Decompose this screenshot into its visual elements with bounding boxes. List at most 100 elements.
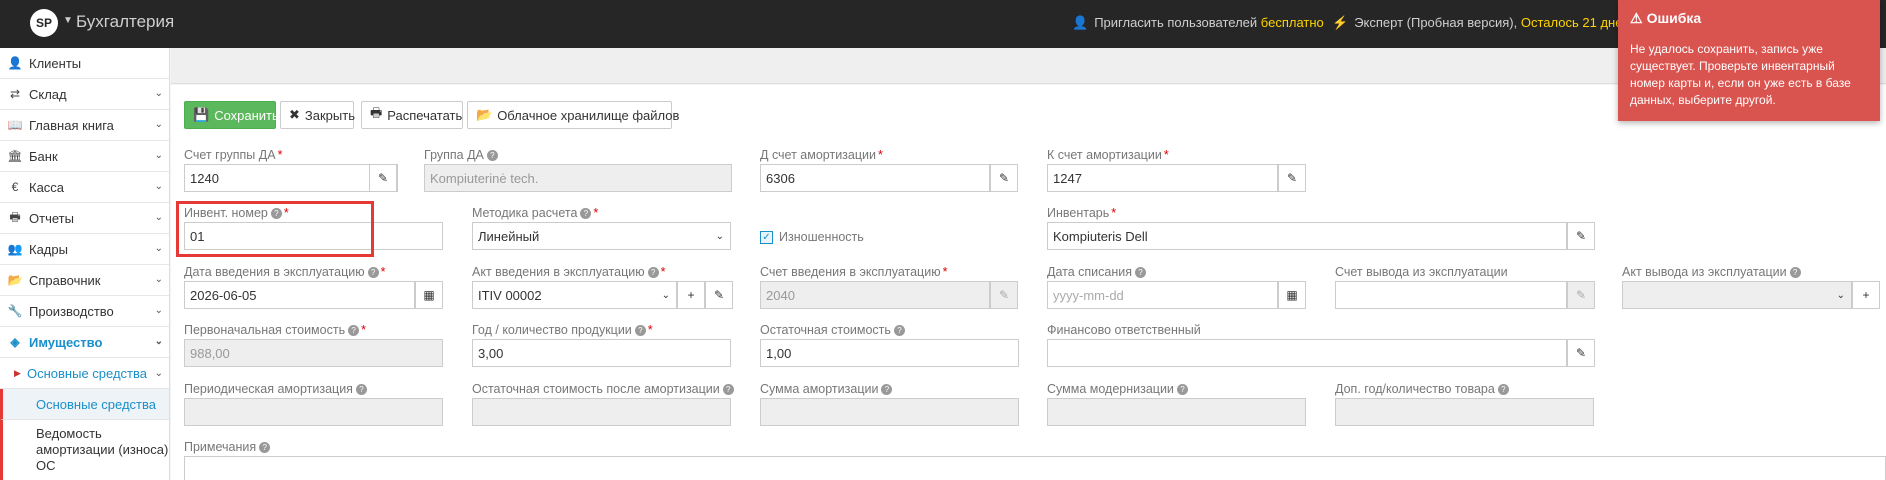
add-removal-act-button[interactable]: +: [1852, 281, 1880, 309]
edit-inventory-button[interactable]: ✎: [1567, 222, 1595, 250]
edit-group-account-button[interactable]: ✎: [369, 164, 397, 192]
extra-label: Доп. год/количество товара?: [1335, 382, 1509, 396]
sidebar-item-clients[interactable]: 👤 Клиенты: [0, 48, 169, 79]
inventory-input[interactable]: Kompiuteris Dell: [1047, 222, 1567, 250]
residual-after-input: [472, 398, 731, 426]
writeoff-calendar-button[interactable]: ▦: [1278, 281, 1306, 309]
help-icon: ?: [259, 442, 271, 453]
wear-checkbox[interactable]: ✓: [760, 231, 773, 244]
help-icon: ?: [580, 208, 592, 219]
chevron-down-icon: ⌄: [154, 150, 163, 161]
sidebar-item-directory[interactable]: 📂 Справочник ⌄: [0, 265, 169, 296]
save-button[interactable]: 💾 Сохранить: [184, 101, 279, 129]
edit-removal-account-button: ✎: [1567, 281, 1595, 309]
app-title: Бухгалтерия: [76, 12, 175, 31]
credit-account-input[interactable]: 1247: [1047, 164, 1278, 192]
invite-users-link[interactable]: 👤 Пригласить пользователей бесплатно: [1072, 15, 1324, 31]
chevron-down-icon: ⌄: [154, 119, 163, 130]
wrench-icon: 🔧: [7, 304, 23, 318]
error-toast[interactable]: ⚠ Ошибка Не удалось сохранить, запись уже…: [1618, 0, 1880, 121]
edit-act-button[interactable]: ✎: [705, 281, 733, 309]
group-account-input[interactable]: 1240: [184, 164, 398, 192]
chevron-down-icon: ⌄: [154, 305, 163, 316]
residual-after-label: Остаточная стоимость после амортизации?: [472, 382, 734, 396]
notes-textarea[interactable]: [184, 456, 1886, 480]
help-icon: ?: [881, 384, 893, 395]
residual-input[interactable]: 1,00: [760, 339, 1019, 367]
help-icon: ?: [1789, 267, 1801, 278]
chevron-down-icon: ⌄: [154, 274, 163, 285]
sidebar-item-reports[interactable]: 🖶 Отчеты ⌄: [0, 203, 169, 234]
wear-label: Изношенность: [779, 230, 864, 244]
modern-sum-label: Сумма модернизации?: [1047, 382, 1188, 396]
sidebar-sub-depreciation-report[interactable]: Ведомость амортизации (износа) ОС: [0, 420, 169, 480]
removal-act-label: Акт вывода из эксплуатации?: [1622, 265, 1801, 279]
date-input[interactable]: 2026-06-05: [184, 281, 415, 309]
debit-account-input[interactable]: 6306: [760, 164, 990, 192]
periodic-input: [184, 398, 443, 426]
act-label: Акт введения в эксплуатацию? *: [472, 265, 666, 279]
caret-right-icon: ▶: [14, 367, 21, 378]
calendar-button[interactable]: ▦: [415, 281, 443, 309]
sidebar-item-ledger[interactable]: 📖 Главная книга ⌄: [0, 110, 169, 141]
print-icon: 🖶: [9, 209, 21, 224]
close-icon: ✖: [289, 107, 300, 122]
sidebar-item-bank[interactable]: 🏛 Банк ⌄: [0, 141, 169, 172]
caret-down-icon[interactable]: ▼: [63, 15, 73, 26]
print-icon: 🖶: [370, 105, 383, 120]
method-select[interactable]: Линейный ⌄: [472, 222, 731, 250]
sidebar-sub-fixed-assets[interactable]: ▶ Основные средства ⌄: [0, 358, 169, 389]
folder-open-icon: 📂: [476, 107, 493, 122]
modern-sum-input: [1047, 398, 1306, 426]
help-icon: ?: [348, 325, 360, 336]
edit-responsible-button[interactable]: ✎: [1567, 339, 1595, 367]
close-button[interactable]: ✖ Закрыть: [280, 101, 355, 129]
sidebar-item-property[interactable]: ◈ Имущество ⌄: [0, 327, 169, 358]
amort-sum-input: [760, 398, 1019, 426]
add-act-button[interactable]: +: [677, 281, 705, 309]
sidebar-item-cash[interactable]: € Касса ⌄: [0, 172, 169, 203]
inventory-label: Инвентарь *: [1047, 206, 1117, 220]
pencil-icon: ✎: [1575, 229, 1587, 243]
sidebar-sub-fixed-assets-list[interactable]: Основные средства: [0, 389, 169, 420]
removal-act-select[interactable]: ⌄: [1622, 281, 1852, 309]
initial-cost-input: 988,00: [184, 339, 443, 367]
pencil-icon: ✎: [1286, 171, 1298, 185]
chevron-down-icon: ⌄: [154, 88, 163, 99]
bank-icon: 🏛: [7, 149, 23, 163]
calendar-icon: ▦: [423, 288, 435, 302]
euro-icon: €: [11, 180, 19, 194]
days-left: Осталось 21 дней: [1520, 15, 1630, 30]
bolt-icon: ⚡: [1332, 15, 1349, 30]
pencil-icon: ✎: [713, 288, 725, 302]
responsible-input[interactable]: [1047, 339, 1567, 367]
act-select[interactable]: ITIV 00002 ⌄: [472, 281, 677, 309]
removal-account-input[interactable]: [1335, 281, 1567, 309]
help-icon: ?: [1135, 267, 1147, 278]
cloud-storage-button[interactable]: 📂 Облачное хранилище файлов: [467, 101, 679, 129]
pencil-icon: ✎: [998, 288, 1010, 302]
sidebar-item-production[interactable]: 🔧 Производство ⌄: [0, 296, 169, 327]
group-input: Kompiuterinė tech.: [424, 164, 732, 192]
writeoff-date-input[interactable]: yyyy-mm-dd: [1047, 281, 1278, 309]
folder-icon: 📂: [7, 273, 23, 287]
sidebar-item-warehouse[interactable]: ⇄ Склад ⌄: [0, 79, 169, 110]
toast-title: Ошибка: [1646, 10, 1702, 26]
edit-debit-account-button[interactable]: ✎: [990, 164, 1018, 192]
edit-credit-account-button[interactable]: ✎: [1278, 164, 1306, 192]
chevron-down-icon: ⌄: [154, 212, 163, 223]
chevron-down-icon: ⌄: [715, 230, 724, 242]
top-bar: SP ▼ Бухгалтерия 👤 Пригласить пользовател…: [0, 0, 1886, 48]
sidebar-item-hr[interactable]: 👥 Кадры ⌄: [0, 234, 169, 265]
plus-icon: +: [1862, 288, 1870, 302]
initial-cost-label: Первоначальная стоимость? *: [184, 323, 366, 337]
print-button[interactable]: 🖶 Распечатать: [361, 101, 463, 129]
logo[interactable]: SP: [30, 9, 58, 37]
debit-account-label: Д счет амортизации *: [760, 148, 883, 162]
plan-info[interactable]: ⚡ Эксперт (Пробная версия), Осталось 21 д…: [1332, 15, 1630, 31]
years-input[interactable]: 3,00: [472, 339, 731, 367]
warning-icon: ⚠: [1630, 10, 1643, 26]
plus-icon: +: [687, 288, 695, 302]
help-icon: ?: [893, 325, 905, 336]
chevron-down-icon: ⌄: [154, 243, 163, 254]
